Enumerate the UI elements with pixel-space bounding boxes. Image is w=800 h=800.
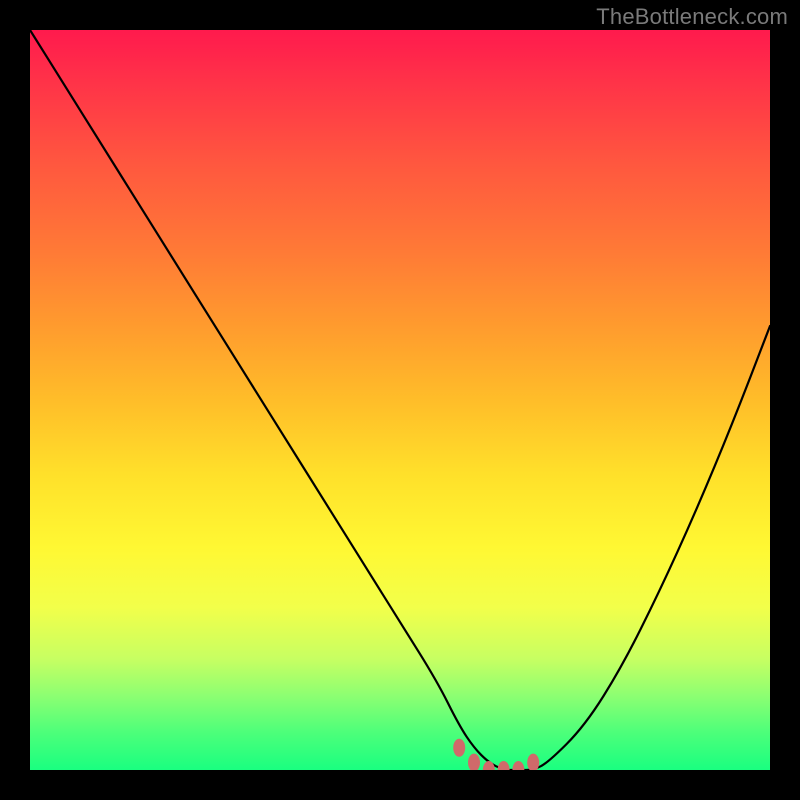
marker-dot bbox=[512, 761, 524, 770]
curve-svg bbox=[30, 30, 770, 770]
marker-dot bbox=[468, 754, 480, 770]
marker-dot bbox=[527, 754, 539, 770]
marker-dot bbox=[453, 739, 465, 757]
marker-dot bbox=[483, 761, 495, 770]
plot-area bbox=[30, 30, 770, 770]
chart-container: TheBottleneck.com bbox=[0, 0, 800, 800]
marker-dot bbox=[498, 761, 510, 770]
bottleneck-curve bbox=[30, 30, 770, 770]
watermark-text: TheBottleneck.com bbox=[596, 4, 788, 30]
